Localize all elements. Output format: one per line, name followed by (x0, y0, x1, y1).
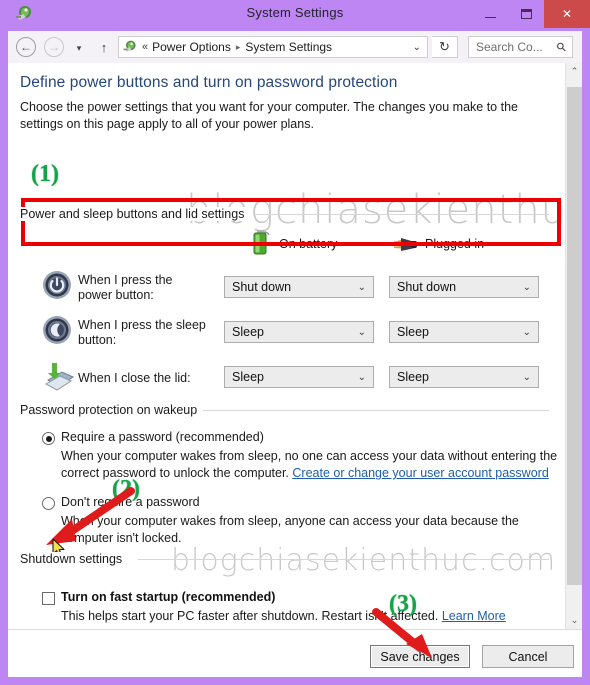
chevron-down-icon: ⌄ (357, 326, 366, 338)
up-one-level-button[interactable]: ↑ (96, 38, 112, 56)
chevron-down-icon: ⌄ (522, 371, 531, 383)
combo-value: Shut down (397, 280, 457, 294)
learn-more-link[interactable]: Learn More (442, 609, 506, 623)
combo-value: Sleep (397, 370, 429, 384)
row-label-sleep-button: When I press the sleep button: (78, 318, 206, 347)
combo-value: Sleep (397, 325, 429, 339)
address-toolbar: ← → ▾ ↑ « Power Options ▸ System Setting… (8, 31, 582, 63)
history-dropdown-icon[interactable]: ▾ (72, 41, 86, 55)
title-bar: System Settings ✕ (0, 0, 590, 28)
checkbox-desc-text: This helps start your PC faster after sh… (61, 609, 442, 623)
watermark-bottom: blogchiasekienthuc.com (171, 543, 557, 578)
combo-value: Sleep (232, 370, 264, 384)
system-settings-window: System Settings ✕ ← → ▾ ↑ « Power Option… (0, 0, 590, 685)
refresh-button[interactable]: ↻ (432, 36, 458, 58)
breadcrumb-separator: ▸ (235, 41, 241, 52)
breadcrumb-system-settings[interactable]: System Settings (245, 40, 332, 54)
row-label-power-button: When I press the power button: (78, 273, 173, 302)
page-intro-text: Choose the power settings that you want … (20, 100, 518, 131)
address-power-options-icon (123, 40, 136, 52)
cancel-button[interactable]: Cancel (482, 645, 574, 668)
search-box[interactable]: Search Co... ⚲ (468, 36, 573, 58)
page-title: Define power buttons and turn on passwor… (20, 74, 398, 91)
chevron-down-icon: ⌄ (522, 326, 531, 338)
combo-power-button-on-battery[interactable]: Shut down ⌄ (224, 276, 374, 298)
minimize-button[interactable] (472, 0, 508, 28)
group-header-shutdown-settings: Shutdown settings (20, 552, 129, 566)
scroll-down-button[interactable]: ⌄ (566, 612, 582, 629)
annotation-step-3: (3) (389, 591, 417, 617)
address-dropdown-icon[interactable]: ⌄ (413, 42, 421, 53)
search-placeholder: Search Co... (476, 40, 543, 54)
checkbox-desc-fast-startup: This helps start your PC faster after sh… (61, 609, 506, 623)
dialog-footer: Save changes Cancel (8, 629, 582, 677)
chevron-down-icon: ⌄ (357, 281, 366, 293)
scrollbar-thumb[interactable] (567, 87, 582, 585)
group-header-password-protection: Password protection on wakeup (20, 403, 204, 417)
sleep-moon-icon (43, 316, 71, 344)
change-password-link[interactable]: Create or change your user account passw… (292, 466, 548, 480)
annotation-step-1: (1) (31, 161, 59, 187)
close-button[interactable]: ✕ (544, 0, 590, 28)
annotation-step-2: (2) (112, 476, 140, 502)
combo-power-button-plugged-in[interactable]: Shut down ⌄ (389, 276, 539, 298)
forward-button[interactable]: → (44, 37, 64, 57)
maximize-button[interactable] (508, 0, 544, 28)
group-header-power-sleep: Power and sleep buttons and lid settings (20, 207, 251, 221)
laptop-lid-icon (44, 363, 74, 391)
power-button-icon (43, 271, 71, 299)
radio-dont-require-password[interactable] (42, 497, 55, 510)
combo-close-lid-plugged-in[interactable]: Sleep ⌄ (389, 366, 539, 388)
radio-desc-dont-require-password: When your computer wakes from sleep, any… (61, 514, 519, 545)
address-bar[interactable]: « Power Options ▸ System Settings ⌄ (118, 36, 428, 58)
address-prefix: « (142, 41, 149, 53)
save-changes-button[interactable]: Save changes (370, 645, 470, 668)
radio-require-password[interactable] (42, 432, 55, 445)
checkbox-label-fast-startup: Turn on fast startup (recommended) (61, 590, 276, 604)
checkbox-fast-startup[interactable] (42, 592, 55, 605)
combo-sleep-button-plugged-in[interactable]: Sleep ⌄ (389, 321, 539, 343)
annotation-highlight-box-power-button (21, 198, 561, 246)
row-label-close-lid: When I close the lid: (78, 371, 191, 385)
chevron-down-icon: ⌄ (357, 371, 366, 383)
scroll-up-button[interactable]: ⌃ (566, 63, 582, 80)
settings-content: Define power buttons and turn on passwor… (8, 63, 582, 629)
back-button[interactable]: ← (16, 37, 36, 57)
combo-value: Shut down (232, 280, 292, 294)
window-controls: ✕ (472, 0, 590, 28)
radio-label-require-password: Require a password (recommended) (61, 430, 264, 444)
group-rule-2 (184, 410, 549, 411)
breadcrumb-power-options[interactable]: Power Options (152, 40, 231, 54)
combo-sleep-button-on-battery[interactable]: Sleep ⌄ (224, 321, 374, 343)
vertical-scrollbar[interactable]: ⌃ ⌄ (565, 63, 582, 629)
search-icon[interactable]: ⚲ (554, 39, 570, 55)
chevron-down-icon: ⌄ (522, 281, 531, 293)
combo-value: Sleep (232, 325, 264, 339)
group-rule-1 (254, 214, 549, 215)
group-rule-3 (138, 559, 549, 560)
combo-close-lid-on-battery[interactable]: Sleep ⌄ (224, 366, 374, 388)
